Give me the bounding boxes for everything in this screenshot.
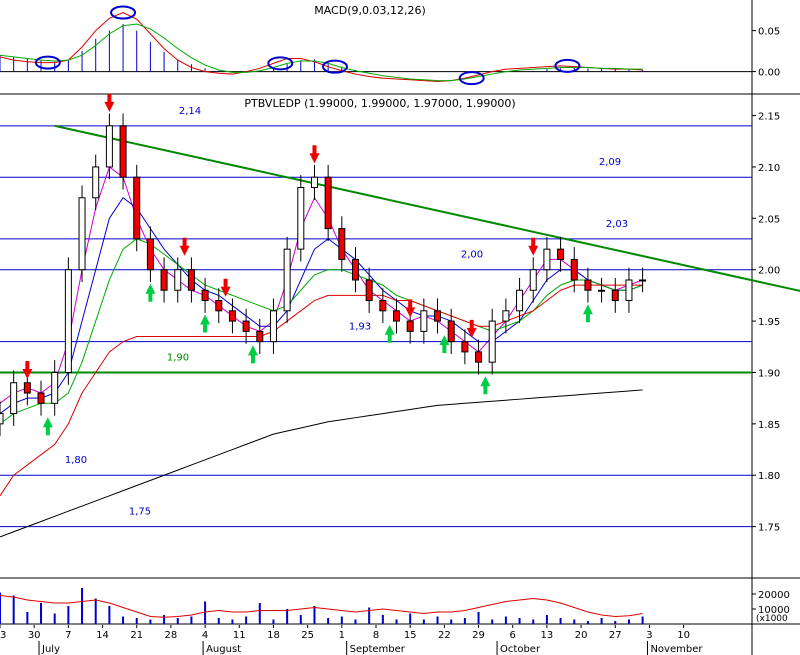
price-candle-body	[447, 320, 455, 343]
price-title: PTBVLEDP (1.99000, 1.99000, 1.97000, 1.9…	[244, 97, 515, 110]
x-day-label: 15	[404, 630, 417, 641]
x-day-label: 27	[609, 630, 622, 641]
price-candle-body	[201, 289, 209, 302]
price-candle-body	[92, 166, 100, 199]
price-candle-body	[365, 279, 373, 302]
x-day-label: 21	[130, 630, 143, 641]
price-level-label: 2,09	[599, 157, 621, 168]
macd-tick-label: 0.00	[758, 68, 780, 79]
price-candle-body	[475, 351, 483, 363]
x-day-label: 13	[541, 630, 554, 641]
price-candle-body	[10, 382, 18, 415]
x-day-label: 11	[233, 630, 246, 641]
price-candle-body	[625, 279, 633, 302]
price-candle-body	[242, 320, 250, 332]
x-month-label: October	[500, 644, 541, 655]
price-level-label: 2,00	[461, 250, 483, 261]
price-candle-body	[406, 320, 414, 332]
price-candle-body	[557, 248, 565, 260]
price-candle-body	[351, 258, 359, 281]
x-day-label: 7	[65, 630, 71, 641]
price-candle-body	[529, 269, 537, 291]
x-day-label: 4	[202, 630, 208, 641]
price-level-label: 2,03	[606, 219, 628, 230]
x-month-label: September	[350, 644, 406, 655]
price-candle-body	[516, 289, 524, 312]
x-day-label: 23	[0, 630, 6, 641]
price-tick-label: 1.90	[758, 368, 780, 379]
x-day-label: 28	[165, 630, 178, 641]
price-candle-body	[584, 279, 592, 291]
x-day-label: 18	[267, 630, 280, 641]
x-month-label: July	[41, 644, 60, 655]
price-candle-body	[228, 310, 236, 322]
price-tick-label: 2.15	[758, 112, 780, 123]
price-candle-body	[310, 176, 318, 188]
price-candle-body	[105, 125, 113, 168]
price-candle-body	[78, 197, 86, 271]
price-tick-label: 1.85	[758, 420, 780, 431]
volume-unit: (x1000	[756, 614, 788, 624]
x-month-label: November	[650, 644, 703, 655]
macd-tick-label: 0.05	[758, 27, 780, 38]
x-day-label: 20	[575, 630, 588, 641]
chart-window: 0.05 0.00 2.15 2.10 2.05 2.00 1.95 1.90 1.85 1.8…	[0, 0, 800, 655]
price-level-label: 1,90	[167, 352, 189, 363]
price-candle-body	[570, 258, 578, 281]
macd-title: MACD(9,0.03,12,26)	[314, 4, 426, 17]
price-candle-body	[461, 341, 469, 353]
x-day-label: 25	[301, 630, 314, 641]
price-level-label: 1,93	[349, 322, 371, 333]
price-candle-body	[174, 269, 182, 291]
x-day-label: 1	[339, 630, 345, 641]
x-day-label: 10	[677, 630, 690, 641]
price-candle-body	[297, 186, 305, 250]
price-candle-body	[338, 228, 346, 260]
price-candle-body	[133, 176, 141, 240]
x-day-label: 6	[510, 630, 516, 641]
price-tick-label: 1.95	[758, 317, 780, 328]
price-candle-body	[393, 310, 401, 322]
price-candle-body	[215, 300, 223, 312]
price-candle-body	[119, 125, 127, 178]
price-candle-body	[420, 310, 428, 332]
price-level-label: 2,14	[179, 106, 201, 117]
price-candle-body	[434, 310, 442, 322]
price-candle-body	[269, 310, 277, 343]
price-tick-label: 1.80	[758, 471, 780, 482]
price-candle-body	[0, 413, 4, 425]
price-candle-body	[160, 269, 168, 291]
price-candle-body	[639, 279, 647, 282]
price-tick-label: 2.10	[758, 163, 780, 174]
price-candle-body	[488, 320, 496, 363]
x-day-label: 29	[472, 630, 485, 641]
x-day-label: 14	[96, 630, 109, 641]
stock-chart: 0.05 0.00 2.15 2.10 2.05 2.00 1.95 1.90 1.85 1.8…	[0, 0, 800, 655]
price-candle-body	[324, 176, 332, 230]
price-tick-label: 2.00	[758, 266, 780, 277]
price-candle-body	[379, 300, 387, 312]
x-day-label: 3	[646, 630, 652, 641]
x-day-label: 8	[373, 630, 379, 641]
price-candle-body	[64, 269, 72, 373]
price-candle-body	[502, 310, 510, 322]
price-candle-body	[146, 238, 154, 271]
price-candle-body	[187, 269, 195, 291]
price-candle-body	[256, 330, 264, 343]
price-candle-body	[283, 248, 291, 312]
price-tick-label: 2.05	[758, 214, 780, 225]
volume-tick-label: 20000	[758, 590, 790, 601]
price-level-label: 1,75	[129, 507, 151, 518]
price-candle-body	[37, 392, 45, 404]
x-month-label: August	[206, 644, 241, 655]
x-day-label: 22	[438, 630, 451, 641]
price-candle-body	[598, 289, 606, 292]
price-candle-body	[543, 248, 551, 271]
price-level-label: 1,80	[65, 455, 87, 466]
price-candle-body	[23, 382, 31, 394]
price-tick-label: 1.75	[758, 523, 780, 534]
x-day-label: 30	[28, 630, 41, 641]
price-candle-body	[611, 289, 619, 302]
price-candle-body	[51, 371, 59, 404]
